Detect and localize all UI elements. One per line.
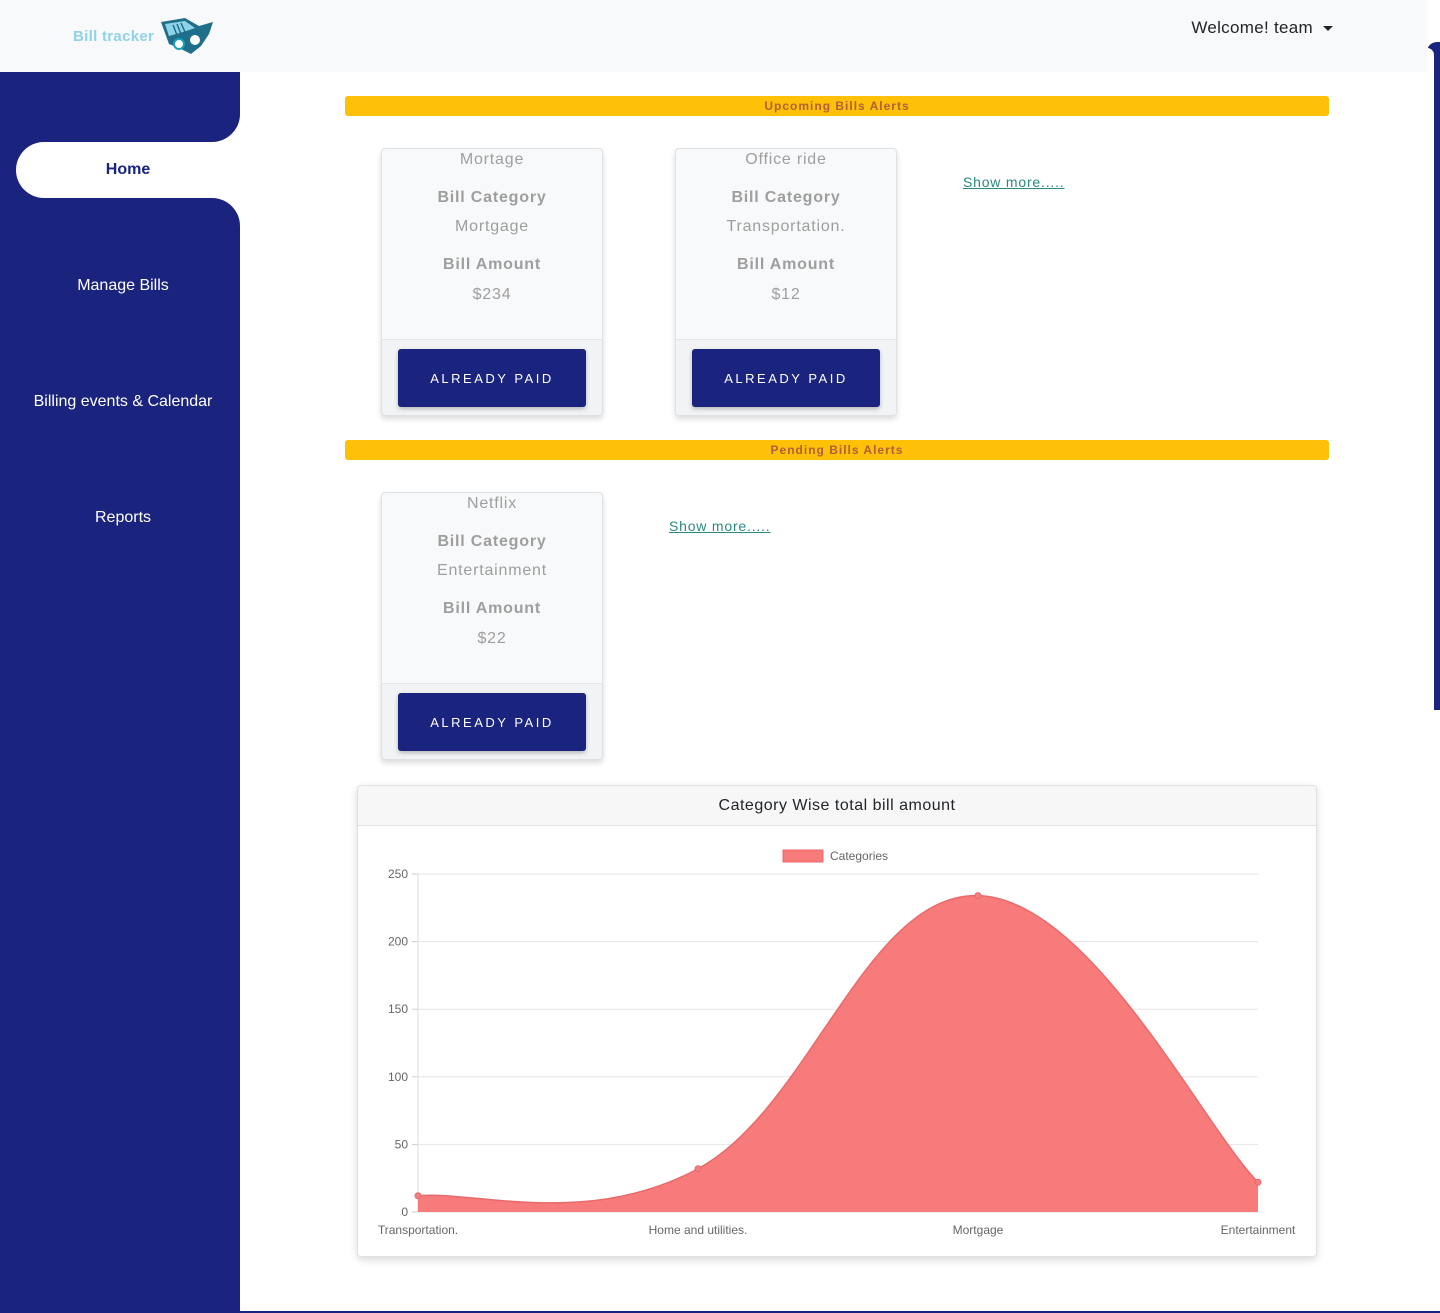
x-tick-label: Transportation. (378, 1223, 458, 1237)
bill-card-body: Office ride Bill Category Transportation… (676, 149, 896, 339)
already-paid-button[interactable]: ALREADY PAID (398, 349, 586, 407)
y-tick-label: 150 (388, 1002, 408, 1016)
bill-name: Office ride (745, 151, 827, 168)
bill-card: Netflix Bill Category Entertainment Bill… (381, 492, 603, 760)
pending-bills-title: Pending Bills Alerts (770, 443, 904, 457)
y-tick-label: 250 (388, 867, 408, 881)
x-tick-label: Entertainment (1221, 1223, 1296, 1237)
bill-card-body: Netflix Bill Category Entertainment Bill… (382, 493, 602, 683)
upcoming-show-more-link[interactable]: Show more..... (963, 174, 1064, 190)
data-point (694, 1165, 702, 1173)
bill-name: Netflix (466, 495, 518, 512)
sidebar-item-home[interactable]: Home (16, 142, 240, 198)
series-area-fill (418, 895, 1258, 1212)
sidebar-item-label: Reports (94, 509, 152, 526)
data-point (974, 892, 982, 900)
y-tick-label: 0 (401, 1205, 408, 1219)
bill-category-label: Bill Category (437, 533, 547, 550)
top-navbar: Bill tracker Welcome! team (0, 0, 1427, 72)
chart-title: Category Wise total bill amount (358, 786, 1316, 826)
legend-label: Categories (830, 849, 888, 863)
nav-curve-bottom (210, 198, 240, 238)
user-menu-dropdown[interactable]: Welcome! team (1191, 18, 1333, 38)
bill-card-footer: ALREADY PAID (382, 339, 602, 415)
chart-card: Category Wise total bill amount 0 50 100 15… (357, 785, 1317, 1257)
bill-card: Mortage Bill Category Mortgage Bill Amou… (381, 148, 603, 416)
bill-amount-value: $12 (771, 286, 801, 303)
bill-amount-label: Bill Amount (737, 256, 835, 273)
bill-category-label: Bill Category (437, 189, 547, 206)
bill-card-footer: ALREADY PAID (382, 683, 602, 759)
pending-bills-alert-bar: Pending Bills Alerts (345, 440, 1329, 460)
bill-amount-value: $234 (472, 286, 512, 303)
app-logo[interactable]: Bill tracker (73, 16, 213, 56)
sidebar-item-label: Billing events & Calendar (33, 393, 213, 410)
app-name: Bill tracker (73, 27, 155, 45)
x-tick-label: Home and utilities. (649, 1223, 748, 1237)
right-edge-mask (1427, 48, 1434, 716)
y-tick-label: 100 (388, 1070, 408, 1084)
bill-logo-icon (161, 18, 213, 54)
bill-card-footer: ALREADY PAID (676, 339, 896, 415)
pending-show-more-link[interactable]: Show more..... (669, 518, 770, 534)
bill-category-value: Mortgage (455, 218, 529, 235)
bill-category-value: Transportation. (726, 218, 846, 235)
data-point (1254, 1178, 1262, 1186)
bill-amount-value: $22 (477, 630, 507, 647)
y-tick-label: 50 (395, 1137, 409, 1151)
already-paid-button[interactable]: ALREADY PAID (692, 349, 880, 407)
nav-curve-top (210, 72, 240, 142)
caret-down-icon (1323, 25, 1333, 31)
sidebar-item-reports[interactable]: Reports (3, 490, 243, 546)
bill-category-value: Entertainment (436, 562, 547, 579)
sidebar-item-label: Manage Bills (77, 277, 169, 294)
y-tick-label: 200 (388, 935, 408, 949)
bill-card-body: Mortage Bill Category Mortgage Bill Amou… (382, 149, 602, 339)
upcoming-bills-title: Upcoming Bills Alerts (764, 99, 910, 113)
bill-amount-label: Bill Amount (443, 256, 541, 273)
sidebar-item-billing-events-calendar[interactable]: Billing events & Calendar (3, 374, 243, 430)
page: Bill tracker Welcome! team Home Manage B… (0, 0, 1440, 1313)
sidebar-item-manage-bills[interactable]: Manage Bills (3, 258, 243, 314)
sidebar-item-label: Home (105, 161, 151, 178)
data-point (414, 1192, 422, 1200)
legend-swatch (782, 849, 824, 863)
x-tick-label: Mortgage (953, 1223, 1004, 1237)
bill-category-label: Bill Category (731, 189, 841, 206)
welcome-text: Welcome! team (1191, 18, 1313, 37)
bill-name: Mortage (459, 151, 525, 168)
area-chart: 0 50 100 150 200 250 Transportation. Home and u… (378, 849, 1296, 1237)
bill-amount-label: Bill Amount (443, 600, 541, 617)
bill-card: Office ride Bill Category Transportation… (675, 148, 897, 416)
already-paid-button[interactable]: ALREADY PAID (398, 693, 586, 751)
upcoming-bills-alert-bar: Upcoming Bills Alerts (345, 96, 1329, 116)
